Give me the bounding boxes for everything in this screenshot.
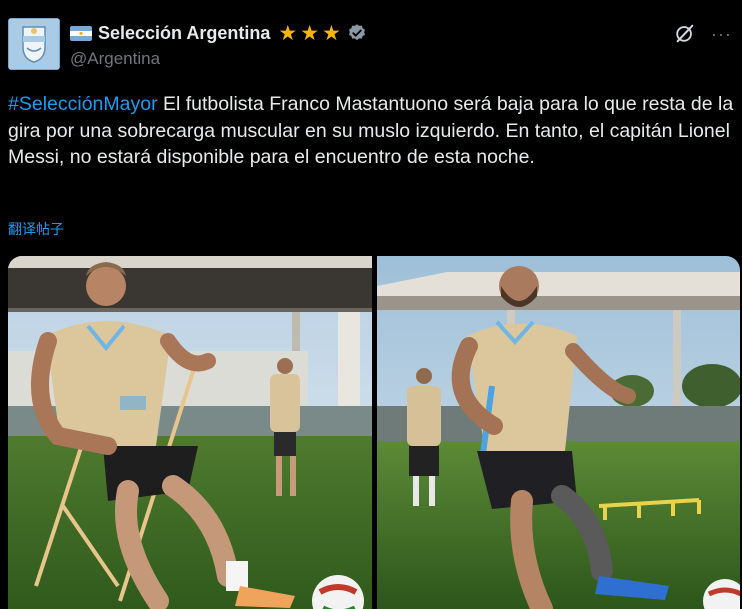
display-name[interactable]: Selección Argentina [98,23,270,44]
verified-badge-icon[interactable] [347,23,367,43]
media-photo-left[interactable] [8,256,372,609]
tweet-text: #SelecciónMayor El futbolista Franco Mas… [8,91,734,171]
account-handle[interactable]: @Argentina [70,49,160,69]
hashtag-link[interactable]: #SelecciónMayor [8,93,158,115]
tweet-header: Selección Argentina ★ ★ ★ @Argentina ··· [8,14,734,76]
more-icon[interactable]: ··· [711,24,732,45]
grok-icon[interactable] [674,22,696,44]
media-photo-right[interactable] [377,256,740,609]
star-icon: ★ [278,21,298,45]
stars-badge: ★ ★ ★ [278,23,340,44]
star-icon: ★ [322,21,341,45]
translate-post-link[interactable]: 翻译帖子 [8,219,64,239]
star-icon: ★ [300,21,320,45]
name-row: Selección Argentina ★ ★ ★ [70,20,367,46]
argentina-flag-icon [70,25,92,41]
media-grid [8,256,740,609]
avatar[interactable] [8,18,60,70]
